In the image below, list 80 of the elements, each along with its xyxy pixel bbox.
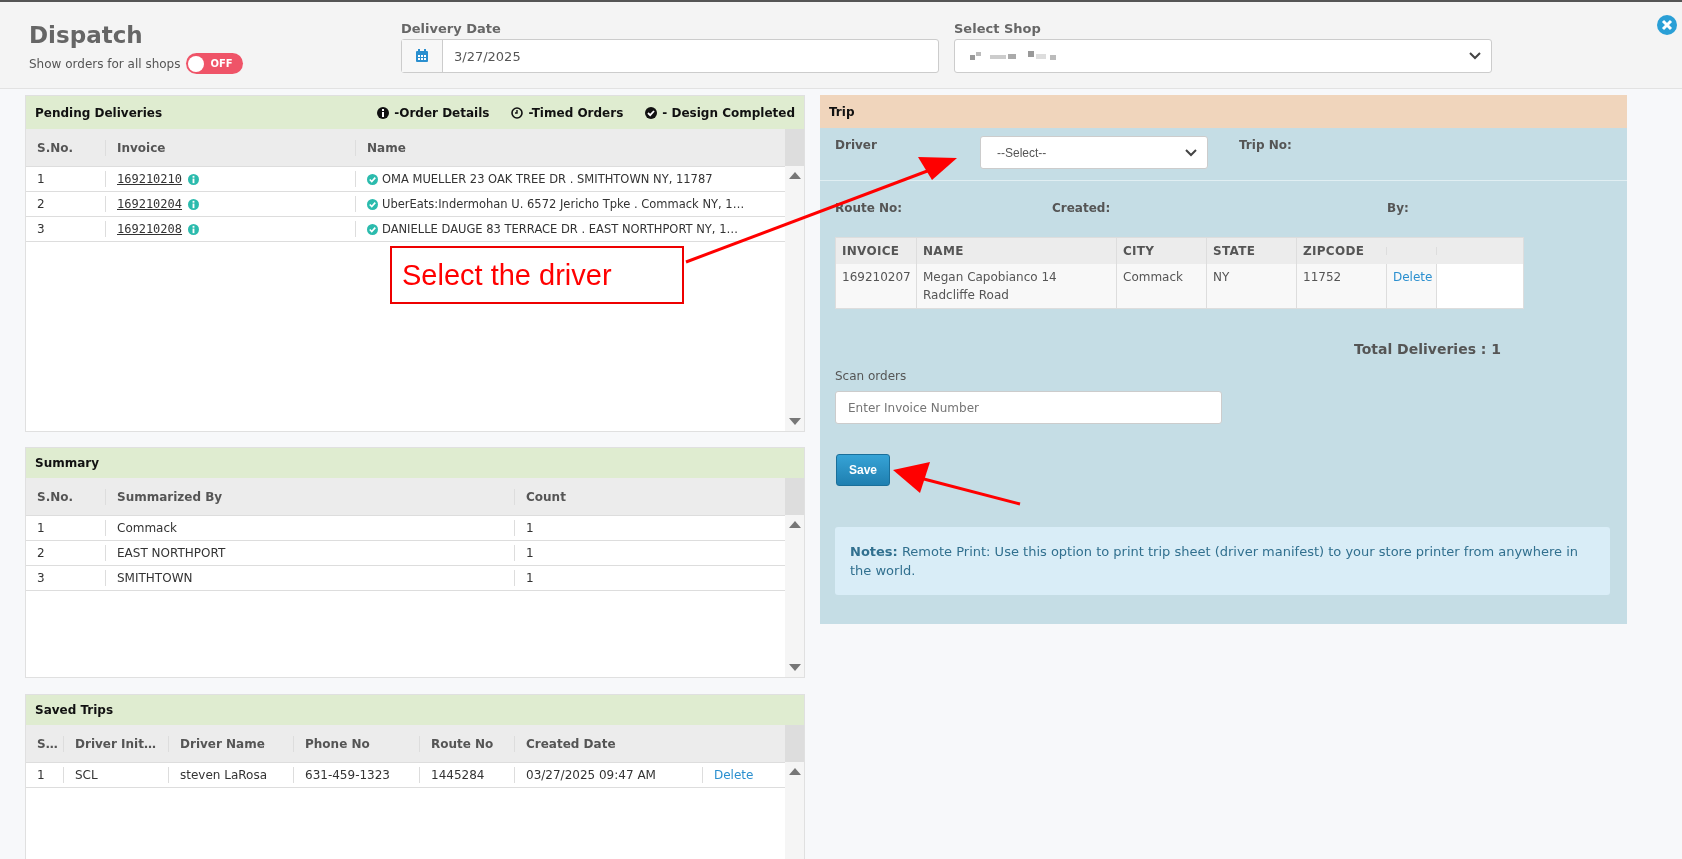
panel-title: Pending Deliveries bbox=[35, 105, 163, 120]
legend-label: -Timed Orders bbox=[528, 105, 624, 120]
customer-address: DANIELLE DAUGE 83 TERRACE DR . EAST NORTHPORT NY, 1… bbox=[382, 221, 738, 237]
scroll-up-icon[interactable] bbox=[788, 768, 801, 775]
info-icon[interactable] bbox=[188, 198, 200, 210]
column-header: Driver Name bbox=[168, 735, 293, 752]
annotation-callout: Select the driver bbox=[390, 246, 684, 304]
customer-address: UberEats:Indermohan U. 6572 Jericho Tpke . Commack NY, 1… bbox=[382, 196, 745, 212]
column-header: S.No. bbox=[36, 139, 75, 156]
panel-title: Trip bbox=[829, 104, 855, 119]
total-deliveries: Total Deliveries : 1 bbox=[1354, 341, 1503, 357]
legend-label: - Design Completed bbox=[662, 105, 795, 120]
scroll-down-icon[interactable] bbox=[788, 418, 801, 425]
close-icon[interactable] bbox=[1657, 15, 1677, 35]
invoice-input[interactable]: Enter Invoice Number bbox=[835, 391, 1222, 424]
table-cell-text: 1 bbox=[36, 767, 46, 783]
date-field[interactable]: 3/27/2025 bbox=[401, 39, 939, 73]
table-cell: 1445284 bbox=[419, 767, 514, 783]
table-cell-text: 3 bbox=[36, 570, 46, 586]
table-cell-text: 3 bbox=[36, 221, 46, 237]
calendar-icon bbox=[415, 49, 429, 63]
chevron-down-icon bbox=[1185, 148, 1197, 157]
table-cell: EAST NORTHPORT bbox=[105, 545, 514, 561]
table-cell: 03/27/2025 09:47 AM bbox=[514, 767, 702, 783]
check-circle-icon bbox=[645, 106, 658, 119]
delete-link[interactable]: Delete bbox=[714, 767, 754, 783]
page-title: Dispatch bbox=[29, 22, 144, 48]
invoice-link[interactable]: 169210204 bbox=[117, 196, 183, 212]
field-label: Delivery Date bbox=[401, 21, 502, 36]
table-cell: 631-459-1323 bbox=[293, 767, 419, 783]
legend-label: -Order Details bbox=[394, 105, 490, 120]
info-icon[interactable] bbox=[188, 173, 200, 185]
table-cell-text: 2 bbox=[36, 545, 46, 561]
table-cell: steven LaRosa bbox=[168, 767, 293, 783]
toggle-label: Show orders for all shops bbox=[29, 56, 181, 71]
table-cell-text: 1 bbox=[36, 171, 46, 187]
customer-address: OMA MUELLER 23 OAK TREE DR . SMITHTOWN NY, 11787 bbox=[382, 171, 713, 187]
scrollbar[interactable] bbox=[785, 478, 804, 677]
info-icon[interactable] bbox=[188, 223, 200, 235]
table-cell: Megan Capobianco 14 Radcliffe Road bbox=[916, 264, 1116, 308]
table-cell: 11752 bbox=[1296, 264, 1386, 308]
table-cell: Commack bbox=[105, 520, 514, 536]
column-header: S… bbox=[36, 735, 59, 752]
scroll-up-icon[interactable] bbox=[788, 172, 801, 179]
field-label: By: bbox=[1387, 201, 1409, 217]
column-header: Invoice bbox=[105, 139, 355, 156]
column-header: Driver Init… bbox=[63, 735, 168, 752]
save-button[interactable]: Save bbox=[836, 454, 890, 486]
table-cell: SCL bbox=[63, 767, 168, 783]
table-cell: NY bbox=[1206, 264, 1296, 308]
panel-title: Saved Trips bbox=[35, 703, 114, 717]
column-header: Route No bbox=[419, 735, 514, 752]
column-header: Created Date bbox=[514, 735, 702, 752]
column-header: Phone No bbox=[293, 735, 419, 752]
column-header: S.No. bbox=[36, 488, 75, 505]
field-label: Created: bbox=[1052, 201, 1112, 217]
notes-box: Notes: Remote Print: Use this option to print trip sheet (driver manifest) to your store printer from anywhere in the world. bbox=[835, 527, 1610, 595]
scrollbar[interactable] bbox=[785, 725, 804, 859]
scrollbar[interactable] bbox=[785, 129, 804, 431]
chevron-down-icon bbox=[1469, 52, 1481, 60]
table-cell-text: 2 bbox=[36, 196, 46, 212]
info-icon bbox=[377, 106, 390, 119]
table-cell-text: 1 bbox=[36, 520, 46, 536]
column-header: Summarized By bbox=[105, 488, 514, 505]
panel-title: Summary bbox=[35, 456, 100, 470]
field-label: Trip No: bbox=[1239, 138, 1292, 152]
table-cell: 169210207 bbox=[836, 264, 916, 308]
invoice-link[interactable]: 169210208 bbox=[117, 221, 183, 237]
table-cell: SMITHTOWN bbox=[105, 570, 514, 586]
column-header: INVOICE bbox=[841, 243, 901, 260]
field-label: Select Shop bbox=[954, 21, 1042, 36]
field-label: Scan orders bbox=[835, 369, 908, 383]
shop-select[interactable] bbox=[954, 39, 1492, 73]
driver-select[interactable]: --Select-- bbox=[980, 136, 1208, 169]
scroll-down-icon[interactable] bbox=[788, 664, 801, 671]
invoice-link[interactable]: 169210210 bbox=[117, 171, 183, 187]
table-cell: Commack bbox=[1116, 264, 1206, 308]
scroll-up-icon[interactable] bbox=[788, 521, 801, 528]
field-label: Driver bbox=[835, 138, 878, 152]
clock-icon bbox=[511, 106, 524, 119]
